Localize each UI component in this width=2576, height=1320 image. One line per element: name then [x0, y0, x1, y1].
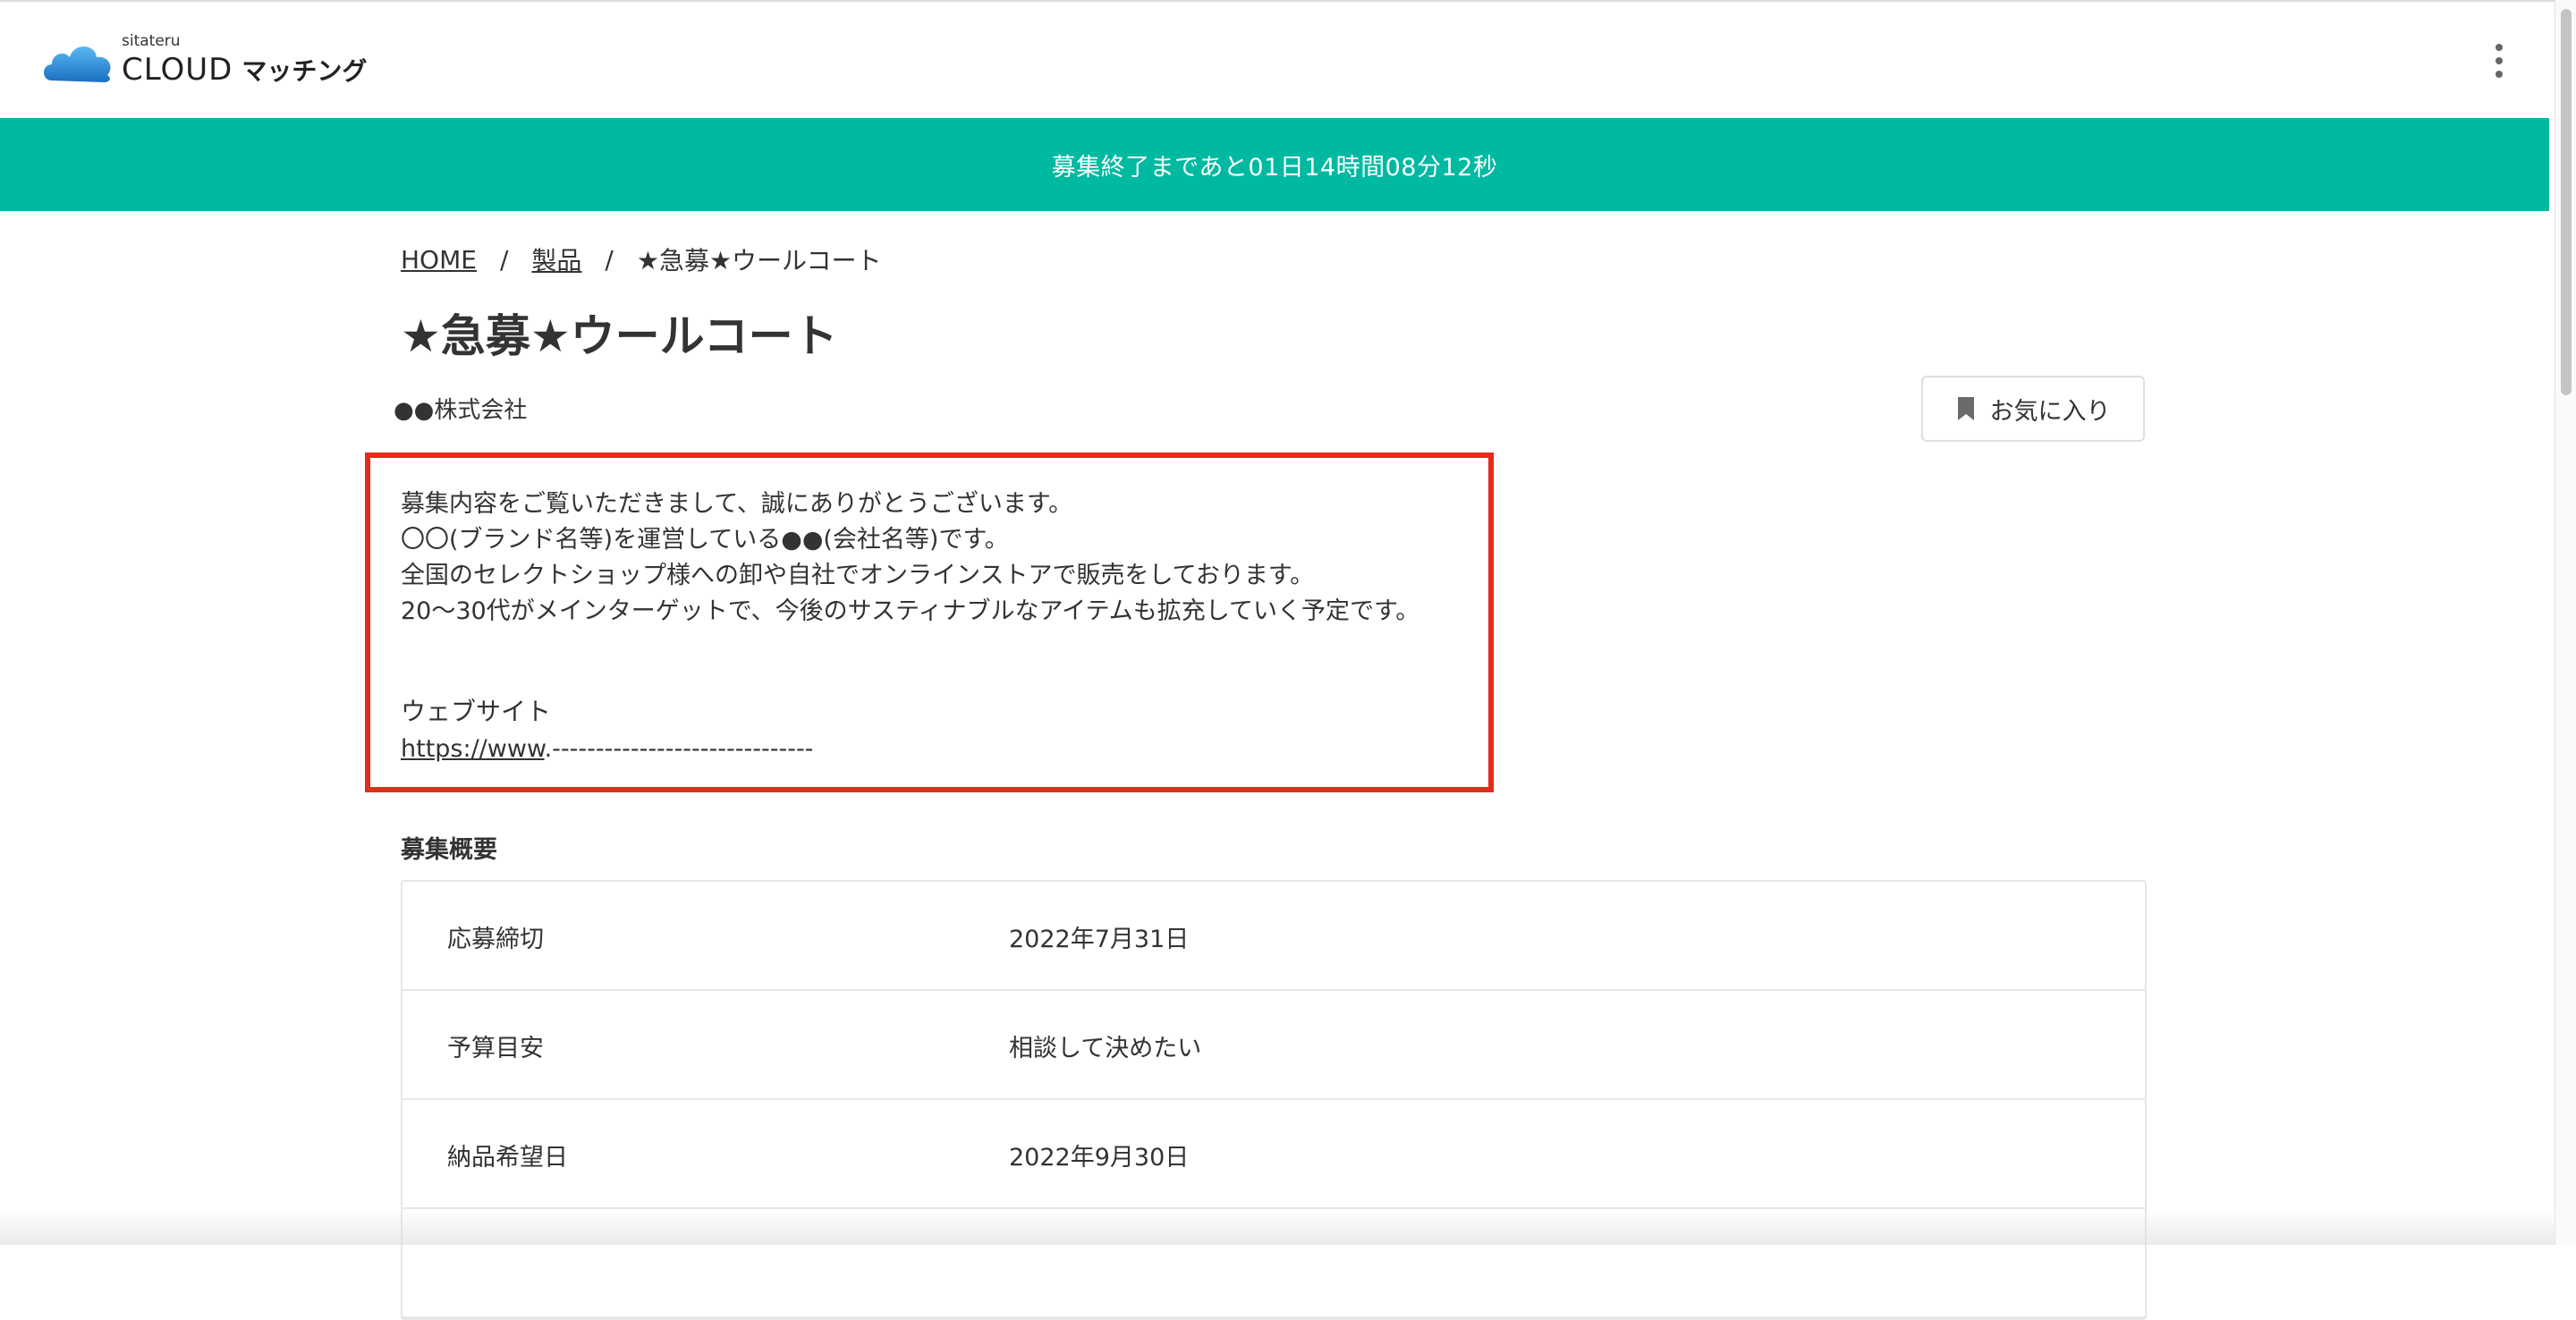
website-url[interactable]: https://www: [401, 735, 545, 763]
row-label: 納品希望日: [447, 1144, 568, 1172]
table-row: 予算目安 相談して決めたい: [402, 991, 2145, 1100]
summary-section-title: 募集概要: [401, 836, 497, 864]
countdown-banner: 募集終了まであと01日14時間08分12秒: [0, 118, 2549, 211]
cloud-logo-icon: [44, 47, 111, 82]
intro-line: 全国のセレクトショップ様への卸や自社でオンラインストアで販売をしております。: [401, 562, 1315, 589]
logo-brand: CLOUD: [122, 52, 233, 88]
kebab-dot: [2496, 44, 2503, 51]
vertical-scrollbar[interactable]: [2555, 0, 2576, 1245]
row-value: 2022年7月31日: [1009, 926, 1190, 953]
bookmark-icon: [1957, 397, 1974, 420]
breadcrumb: HOME / 製品 / ★急募★ウールコート: [401, 241, 882, 277]
scrollbar-thumb[interactable]: [2561, 9, 2572, 395]
breadcrumb-separator: /: [499, 244, 509, 275]
summary-table: 応募締切 2022年7月31日 予算目安 相談して決めたい 納品希望日 2022…: [401, 880, 2147, 1320]
intro-line: 募集内容をご覧いただきまして、誠にありがとうございます。: [401, 490, 1073, 518]
company-name: ●●株式会社: [394, 397, 528, 424]
kebab-dot: [2496, 57, 2503, 64]
site-logo[interactable]: sitateru CLOUD マッチング: [39, 32, 397, 91]
row-value: 2022年9月30日: [1009, 1144, 1190, 1172]
website-link[interactable]: https://www.----------------------------…: [401, 735, 813, 763]
breadcrumb-home-link[interactable]: HOME: [401, 245, 477, 275]
table-row: 応募締切 2022年7月31日: [402, 882, 2145, 991]
logo-product: マッチング: [242, 56, 368, 86]
countdown-text: 募集終了まであと01日14時間08分12秒: [1051, 153, 1498, 182]
breadcrumb-separator: /: [605, 244, 614, 275]
intro-line: 〇〇(ブランド名等)を運営している●●(会社名等)です。: [401, 526, 1009, 554]
breadcrumb-current: ★急募★ウールコート: [636, 246, 882, 275]
row-value: 相談して決めたい: [1009, 1035, 1202, 1062]
header: sitateru CLOUD マッチング: [0, 2, 2555, 118]
favorite-button[interactable]: お気に入り: [1921, 376, 2145, 442]
table-row: 納品希望日 2022年9月30日: [402, 1100, 2145, 1209]
row-label: 予算目安: [447, 1035, 544, 1062]
intro-line: 20〜30代がメインターゲットで、今後のサスティナブルなアイテムも拡充していく予…: [401, 597, 1420, 625]
page-title: ★急募★ウールコート: [401, 310, 838, 362]
logo-text: CLOUD マッチング: [122, 52, 367, 88]
row-label: 応募締切: [447, 926, 544, 953]
favorite-label: お気に入り: [1989, 397, 2111, 426]
kebab-menu-icon[interactable]: [2483, 38, 2515, 84]
breadcrumb-category-link[interactable]: 製品: [531, 241, 581, 277]
table-row: [402, 1209, 2145, 1318]
kebab-dot: [2496, 71, 2503, 78]
website-url-rest: .------------------------------: [544, 735, 814, 763]
website-label: ウェブサイト: [401, 697, 552, 726]
intro-text: 募集内容をご覧いただきまして、誠にありがとうございます。 〇〇(ブランド名等)を…: [401, 487, 1419, 630]
logo-subtitle: sitateru: [122, 32, 181, 50]
